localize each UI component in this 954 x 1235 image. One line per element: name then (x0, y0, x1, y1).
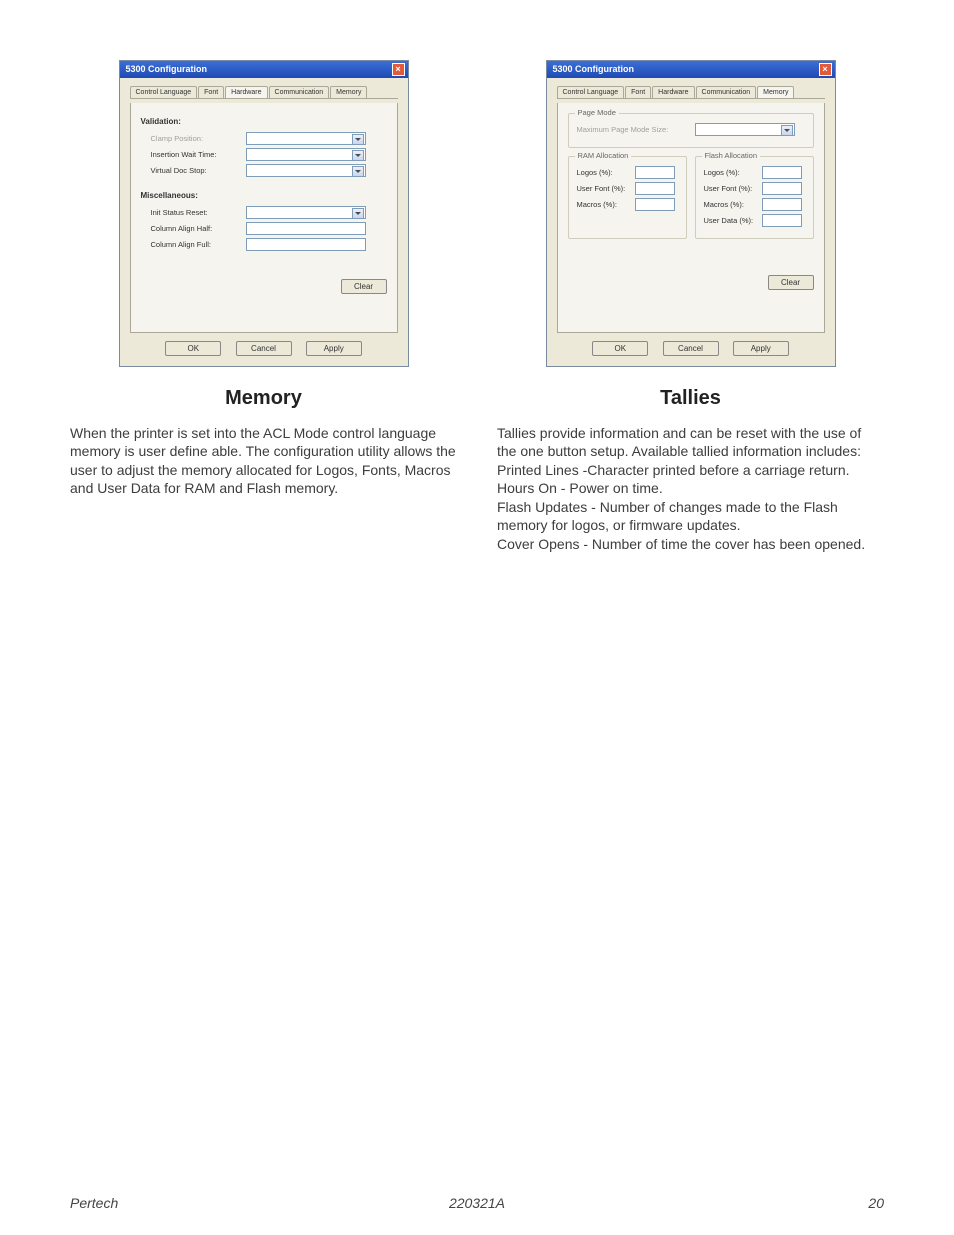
insertion-wait-dropdown[interactable] (246, 148, 366, 161)
flash-macros-label: Macros (%): (704, 200, 762, 209)
close-icon[interactable]: × (819, 63, 832, 76)
virtual-doc-stop-dropdown[interactable] (246, 164, 366, 177)
footer-right: 20 (613, 1195, 884, 1211)
tallies-intro: Tallies provide information and can be r… (497, 425, 861, 459)
tallies-cover-opens: Cover Opens - Number of time the cover h… (497, 536, 865, 552)
tab-control-language[interactable]: Control Language (130, 86, 198, 98)
dialog-titlebar: 5300 Configuration × (547, 61, 835, 78)
tallies-hours-on: Hours On - Power on time. (497, 480, 663, 496)
tab-memory[interactable]: Memory (757, 86, 794, 98)
memory-body: When the printer is set into the ACL Mod… (70, 424, 457, 498)
tab-communication[interactable]: Communication (696, 86, 757, 98)
flash-logos-input[interactable] (762, 166, 802, 179)
tab-font[interactable]: Font (625, 86, 651, 98)
clamp-position-dropdown[interactable] (246, 132, 366, 145)
footer-left: Pertech (70, 1195, 341, 1211)
col-align-full-input[interactable] (246, 238, 366, 251)
footer-center: 220321A (341, 1195, 612, 1211)
tab-memory[interactable]: Memory (330, 86, 367, 98)
clear-button[interactable]: Clear (768, 275, 814, 290)
tab-control-language[interactable]: Control Language (557, 86, 625, 98)
flash-legend: Flash Allocation (702, 151, 761, 160)
misc-heading: Miscellaneous: (141, 191, 387, 200)
tallies-body: Tallies provide information and can be r… (497, 424, 884, 553)
ram-logos-label: Logos (%): (577, 168, 635, 177)
ok-button[interactable]: OK (165, 341, 221, 356)
clear-button[interactable]: Clear (341, 279, 387, 294)
max-page-mode-size-label: Maximum Page Mode Size: (577, 125, 695, 134)
ram-macros-input[interactable] (635, 198, 675, 211)
col-align-full-label: Column Align Full: (151, 240, 246, 249)
init-status-reset-label: Init Status Reset: (151, 208, 246, 217)
tab-hardware[interactable]: Hardware (225, 86, 267, 98)
flash-allocation-group: Flash Allocation Logos (%): User Font (%… (695, 156, 814, 239)
tab-hardware[interactable]: Hardware (652, 86, 694, 98)
flash-userfont-label: User Font (%): (704, 184, 762, 193)
virtual-doc-stop-label: Virtual Doc Stop: (151, 166, 246, 175)
tab-font[interactable]: Font (198, 86, 224, 98)
flash-macros-input[interactable] (762, 198, 802, 211)
flash-userfont-input[interactable] (762, 182, 802, 195)
ram-legend: RAM Allocation (575, 151, 632, 160)
ok-button[interactable]: OK (592, 341, 648, 356)
ram-allocation-group: RAM Allocation Logos (%): User Font (%):… (568, 156, 687, 239)
dialog-titlebar: 5300 Configuration × (120, 61, 408, 78)
tab-communication[interactable]: Communication (269, 86, 330, 98)
col-align-half-input[interactable] (246, 222, 366, 235)
tab-strip: Control Language Font Hardware Communica… (557, 86, 825, 99)
memory-dialog: 5300 Configuration × Control Language Fo… (119, 60, 409, 367)
apply-button[interactable]: Apply (306, 341, 362, 356)
tab-strip: Control Language Font Hardware Communica… (130, 86, 398, 99)
close-icon[interactable]: × (392, 63, 405, 76)
ram-logos-input[interactable] (635, 166, 675, 179)
tallies-dialog: 5300 Configuration × Control Language Fo… (546, 60, 836, 367)
flash-logos-label: Logos (%): (704, 168, 762, 177)
memory-heading: Memory (70, 387, 457, 410)
insertion-wait-label: Insertion Wait Time: (151, 150, 246, 159)
clamp-position-label: Clamp Position: (151, 134, 246, 143)
apply-button[interactable]: Apply (733, 341, 789, 356)
ram-userfont-label: User Font (%): (577, 184, 635, 193)
dialog-title: 5300 Configuration (126, 64, 208, 74)
cancel-button[interactable]: Cancel (663, 341, 719, 356)
init-status-reset-dropdown[interactable] (246, 206, 366, 219)
tab-panel-memory: Page Mode Maximum Page Mode Size: RAM Al… (557, 103, 825, 333)
flash-userdata-input[interactable] (762, 214, 802, 227)
cancel-button[interactable]: Cancel (236, 341, 292, 356)
max-page-mode-size-dropdown[interactable] (695, 123, 795, 136)
flash-userdata-label: User Data (%): (704, 216, 762, 225)
tallies-printed-lines: Printed Lines -Character printed before … (497, 462, 850, 478)
ram-macros-label: Macros (%): (577, 200, 635, 209)
validation-heading: Validation: (141, 117, 387, 126)
tallies-flash-updates: Flash Updates - Number of changes made t… (497, 499, 838, 533)
page-footer: Pertech 220321A 20 (70, 1195, 884, 1211)
page-mode-group: Page Mode Maximum Page Mode Size: (568, 113, 814, 148)
page-mode-legend: Page Mode (575, 108, 619, 117)
ram-userfont-input[interactable] (635, 182, 675, 195)
col-align-half-label: Column Align Half: (151, 224, 246, 233)
tab-panel-hardware: Validation: Clamp Position: Insertion Wa… (130, 103, 398, 333)
dialog-title: 5300 Configuration (553, 64, 635, 74)
tallies-heading: Tallies (497, 387, 884, 410)
